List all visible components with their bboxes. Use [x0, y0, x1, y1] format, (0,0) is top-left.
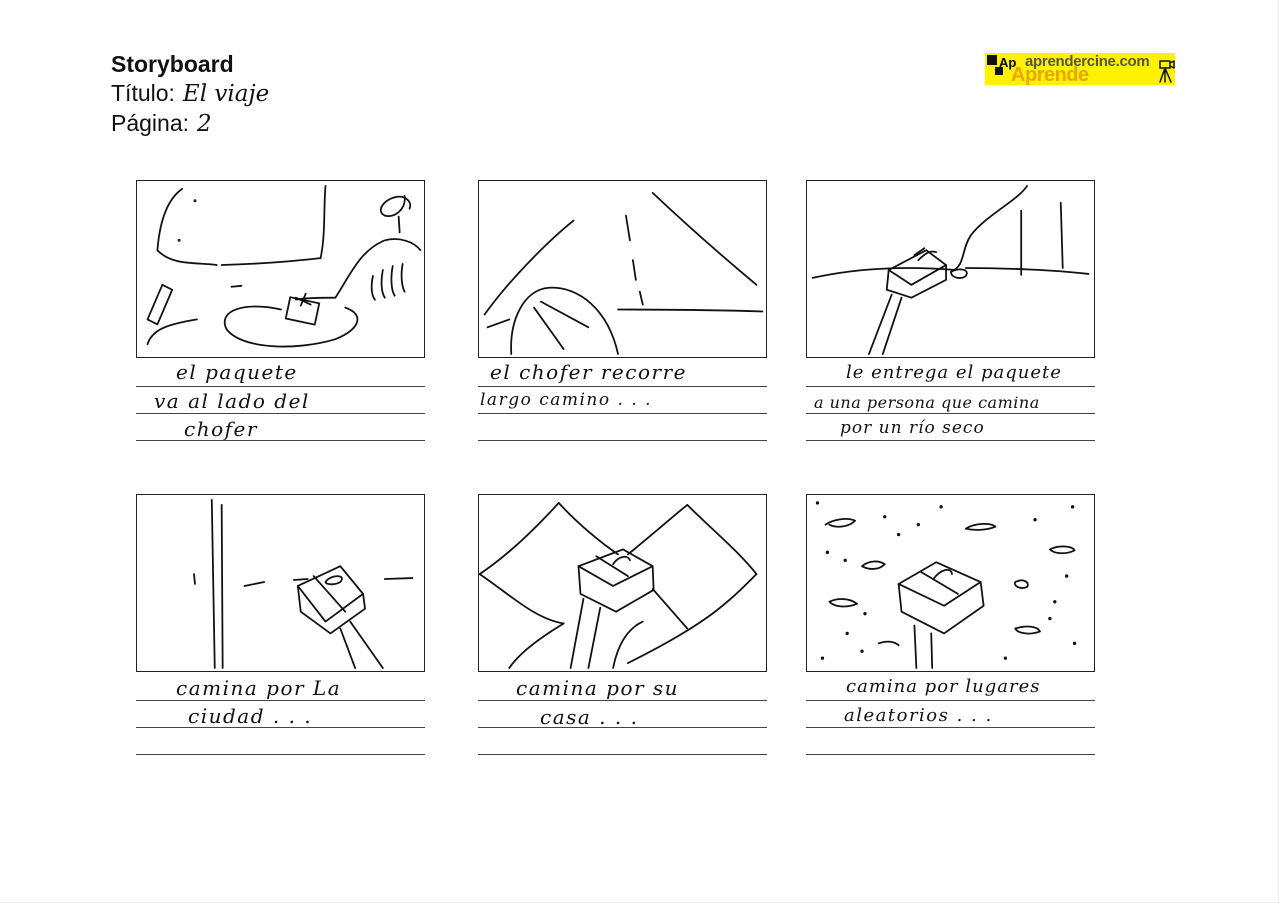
- panel-1-sketch: [146, 185, 422, 348]
- panel-4-caption-line-1: [136, 700, 425, 701]
- panel-1-caption-line-3: [136, 440, 425, 441]
- panel-5-caption-1: camina por su: [516, 676, 680, 700]
- panel-4-caption-line-3: [136, 754, 425, 755]
- titulo-label: Título:: [111, 80, 175, 106]
- logo-ap: Ap: [999, 55, 1017, 70]
- panel-6-caption-line-1: [806, 700, 1095, 701]
- panel-1-caption-1: el paquete: [176, 360, 298, 384]
- panel-3-caption-3: por un río seco: [840, 418, 985, 438]
- panel-5-sketch: [479, 502, 758, 669]
- panel-6-caption-1: camina por lugares: [846, 676, 1041, 697]
- panel-3-frame: [806, 180, 1095, 358]
- panel-3-caption-line-1: [806, 386, 1095, 387]
- panel-5-caption-line-3: [478, 754, 767, 755]
- panel-3-caption-1: le entrega el paquete: [846, 362, 1062, 383]
- panel-2-frame: [478, 180, 767, 358]
- pagina-value: 2: [197, 111, 212, 137]
- logo-url: aprendercine.com: [1025, 53, 1150, 70]
- panel-2-caption-2: largo camino . . .: [480, 390, 653, 410]
- panel-6-frame: [806, 494, 1095, 672]
- panel-4-caption-2: ciudad . . .: [188, 704, 313, 728]
- panel-2-caption-1: el chofer recorre: [490, 360, 687, 384]
- panel-3-caption-line-3: [806, 440, 1095, 441]
- pagina-label: Página:: [111, 110, 190, 136]
- panel-4-caption-1: camina por La: [176, 676, 342, 700]
- panel-1-caption-line-1: [136, 386, 425, 387]
- pagina-row: Página: 2: [111, 109, 269, 139]
- titulo-value: El viaje: [182, 81, 270, 107]
- storyboard-header: Storyboard Título: El viaje Página: 2: [111, 50, 269, 139]
- logo-mark-icon: [987, 55, 997, 65]
- panel-3-caption-line-2: [806, 413, 1095, 414]
- panel-3-caption-2: a una persona que camina: [814, 393, 1040, 412]
- panel-5-caption-2: casa . . .: [540, 705, 639, 729]
- panel-6-caption-line-2: [806, 727, 1095, 728]
- panel-5-frame: [478, 494, 767, 672]
- camera-tripod-icon: [1159, 60, 1175, 83]
- aprendercine-logo: Aprende Ap aprendercine.com: [985, 53, 1187, 85]
- panel-6-caption-line-3: [806, 754, 1095, 755]
- panel-3-sketch: [811, 185, 1090, 355]
- panel-1-caption-line-2: [136, 413, 425, 414]
- titulo-row: Título: El viaje: [111, 79, 269, 109]
- panel-2-caption-line-3: [478, 440, 767, 441]
- panel-2-caption-line-2: [478, 413, 767, 414]
- panel-1-caption-3: chofer: [184, 417, 258, 441]
- document-title: Storyboard: [111, 51, 234, 77]
- panel-2-sketch: [483, 191, 764, 355]
- panel-1-frame: [136, 180, 425, 358]
- panel-5-caption-line-1: [478, 700, 767, 701]
- panel-4-sketch: [193, 499, 414, 669]
- panel-4-frame: [136, 494, 425, 672]
- panel-1-caption-2: va al lado del: [154, 389, 310, 413]
- panel-6-caption-2: aleatorios . . .: [844, 705, 993, 726]
- panel-6-sketch: [815, 501, 1077, 669]
- panel-2-caption-line-1: [478, 386, 767, 387]
